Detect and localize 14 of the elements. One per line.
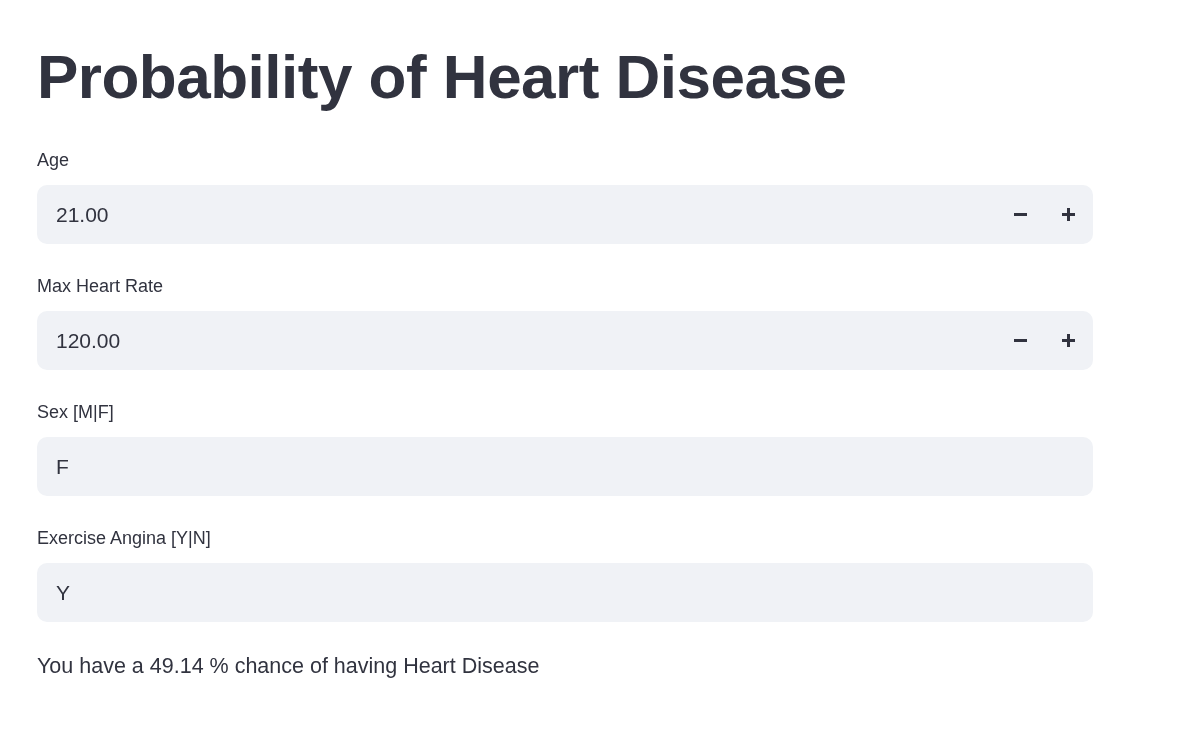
page-title: Probability of Heart Disease xyxy=(37,42,847,112)
field-label: Age xyxy=(37,149,70,171)
field-label: Sex [M|F] xyxy=(37,401,114,423)
field-label: Max Heart Rate xyxy=(37,275,164,297)
plus-icon xyxy=(1061,208,1075,221)
minus-icon xyxy=(1013,339,1027,342)
field-label: Exercise Angina [Y|N] xyxy=(37,527,211,549)
text-input[interactable]: Y xyxy=(37,563,1093,622)
result-text: You have a 49.14 % chance of having Heart Disease xyxy=(37,653,540,679)
number-input[interactable]: 120.00 xyxy=(37,311,1093,370)
text-input[interactable]: F xyxy=(37,437,1093,496)
number-input[interactable]: 21.00 xyxy=(37,185,1093,244)
plus-icon xyxy=(1061,334,1075,347)
minus-icon xyxy=(1013,213,1027,216)
